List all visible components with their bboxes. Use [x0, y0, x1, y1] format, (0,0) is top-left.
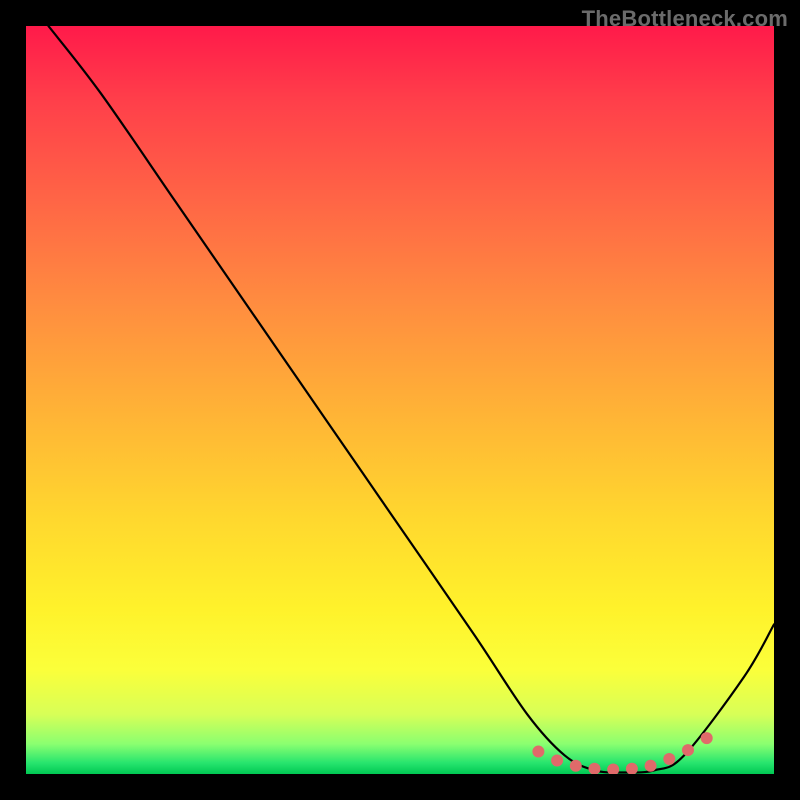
optimal-marker: [588, 763, 600, 774]
optimal-marker: [645, 760, 657, 772]
optimal-marker: [682, 744, 694, 756]
optimal-marker: [607, 764, 619, 774]
optimal-marker: [532, 746, 544, 758]
marker-group: [532, 732, 712, 774]
bottleneck-curve: [48, 26, 774, 773]
optimal-marker: [570, 760, 582, 772]
optimal-marker: [551, 755, 563, 767]
optimal-marker: [663, 753, 675, 765]
optimal-marker: [701, 732, 713, 744]
plot-area: [26, 26, 774, 774]
watermark-text: TheBottleneck.com: [582, 6, 788, 32]
chart-frame: TheBottleneck.com: [0, 0, 800, 800]
optimal-marker: [626, 763, 638, 774]
curve-svg: [26, 26, 774, 774]
